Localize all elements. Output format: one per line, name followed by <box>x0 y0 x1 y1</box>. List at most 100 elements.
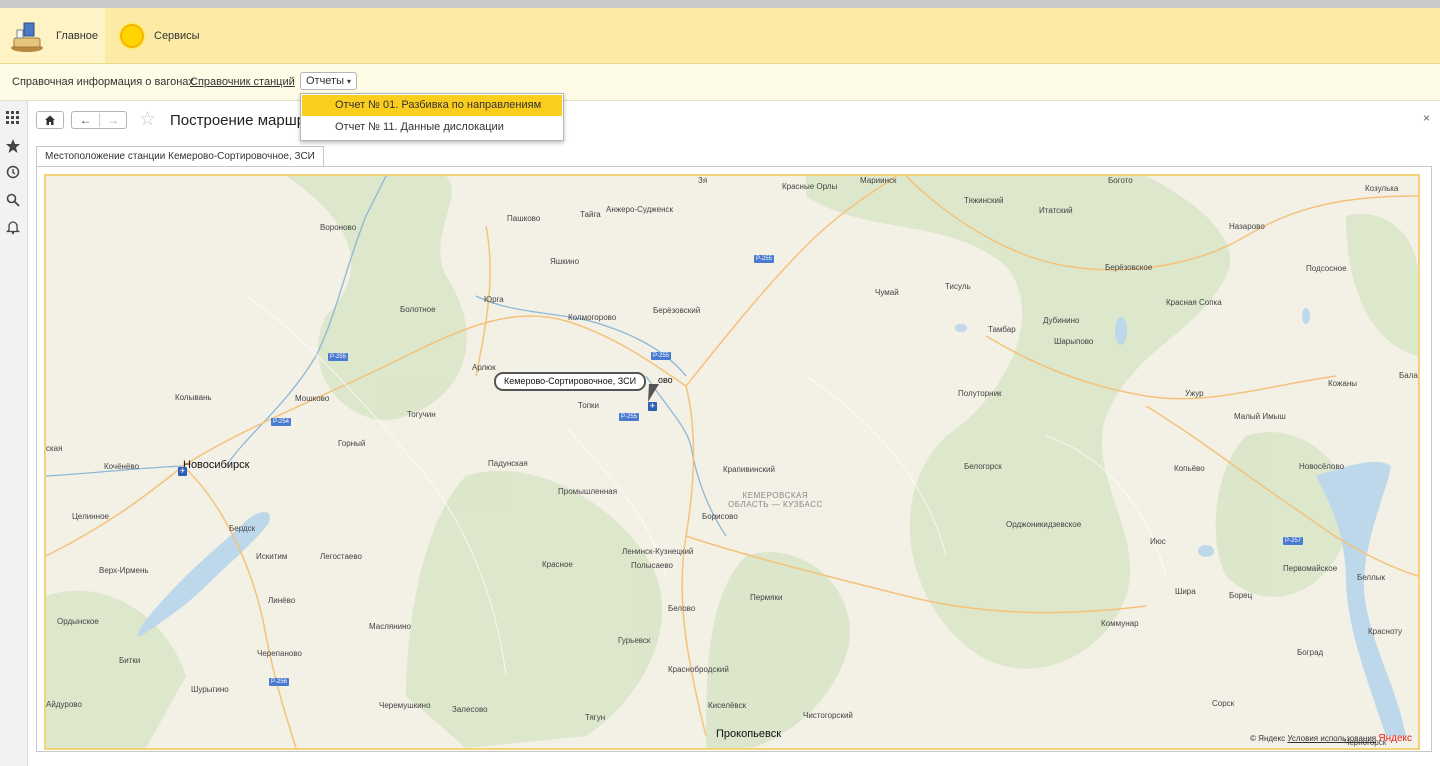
map-place-label: Берёзовский <box>653 306 701 315</box>
map-place-label: Берёзовское <box>1105 263 1153 272</box>
history-icon[interactable] <box>5 164 21 180</box>
reports-button-label: Отчеты <box>305 75 344 87</box>
map-place-label: Топки <box>578 401 600 410</box>
map-credit: © Яндекс Условия использования Яндекс <box>1250 733 1412 744</box>
credit-copyright: © Яндекс <box>1250 734 1286 743</box>
station-marker[interactable]: Кемерово-Сортировочное, ЗСИ <box>494 372 647 391</box>
favorite-star-icon[interactable]: ☆ <box>139 110 156 130</box>
home-icon <box>45 115 55 125</box>
map-place-label: Линёво <box>268 596 296 605</box>
map-place-label: Назарово <box>1229 222 1265 231</box>
map-place-label: Итатский <box>1039 206 1073 215</box>
map-place-label: Новосибирск <box>183 459 250 471</box>
map-place-label: Красные Орлы <box>782 182 838 191</box>
map-place-label: Верх-Ирмень <box>99 566 149 575</box>
favorites-star-icon[interactable] <box>5 138 21 154</box>
map-place-label: Киселёвск <box>708 701 747 710</box>
forward-arrow-icon[interactable]: → <box>100 113 126 127</box>
map-place-label: Подсосное <box>1306 264 1347 273</box>
road-shield-label: Р-255 <box>754 255 775 263</box>
menu-item-report-01[interactable]: Отчет № 01. Разбивка по направлениям <box>302 95 562 116</box>
map-place-label: Коммунар <box>1101 619 1139 628</box>
map-place-label: Тогучин <box>407 410 436 419</box>
map-place-label: Маслянино <box>369 622 411 631</box>
map-place-label: Яшкино <box>550 257 580 266</box>
map-place-label: Воронoво <box>320 223 357 232</box>
section-services[interactable]: Сервисы <box>112 8 200 63</box>
map-place-label: Красная Сопка <box>1166 298 1222 307</box>
map-place-label: Борисово <box>702 512 738 521</box>
map-place-label: Крапивинский <box>723 465 775 474</box>
map-place-label: Копьёво <box>1174 464 1205 473</box>
map-place-label: Падунская <box>488 459 528 468</box>
map-place-label: Болотное <box>400 305 436 314</box>
yandex-logo[interactable]: Яндекс <box>1378 733 1412 744</box>
apps-grid-icon[interactable] <box>5 110 21 126</box>
map-place-label: Мошково <box>295 394 330 403</box>
map-place-label: Арлюк <box>472 363 496 372</box>
map-place-label: Полысаево <box>631 561 673 570</box>
cmd-wagons-info[interactable]: Справочная информация о вагонах <box>12 76 194 88</box>
map-place-label: Анжеро-Судженск <box>606 205 674 214</box>
map-place-label: Краснобродский <box>668 665 729 674</box>
road-shield-label: Р-256 <box>269 678 290 686</box>
map-place-label: Новосёлово <box>1299 462 1345 471</box>
tab-station-location[interactable]: Местоположение станции Кемерово-Сортиров… <box>36 146 324 167</box>
map-place-label: Полуторник <box>958 389 1002 398</box>
map-place-label: Тисуль <box>945 282 971 291</box>
map-place-label: Красное <box>542 560 573 569</box>
window-top-strip <box>0 0 1440 8</box>
back-arrow-icon[interactable]: ← <box>72 113 100 127</box>
road-shield-label: Р-255 <box>651 352 672 360</box>
map-place-label: Чумай <box>875 288 899 297</box>
region-label-line-1: КЕМЕРОВСКАЯ <box>742 491 809 500</box>
map-place-label: Козулька <box>1365 184 1399 193</box>
map-place-label: Белово <box>668 604 696 613</box>
road-shield-label: Р-255 <box>619 413 640 421</box>
map-place-label: Красноту <box>1368 627 1403 636</box>
map-place-label: Айдурово <box>46 700 82 709</box>
notifications-bell-icon[interactable] <box>5 219 21 235</box>
nav-history-buttons: ← → <box>71 111 127 129</box>
home-button[interactable] <box>36 111 64 129</box>
form-area: ← → ☆ Построение маршру × Местоположение… <box>28 101 1440 766</box>
map-place-label: Колмогорово <box>568 313 617 322</box>
menu-item-report-11[interactable]: Отчет № 11. Данные дислокации <box>302 117 562 138</box>
map-place-label: Гурьевск <box>618 636 651 645</box>
map-place-label: Битки <box>119 656 141 665</box>
chevron-down-icon: ▾ <box>347 76 352 86</box>
map-place-label: Богото <box>1108 176 1133 185</box>
map-place-label: Шира <box>1175 587 1196 596</box>
section-home-label: Главное <box>56 29 99 42</box>
map-place-label: Первомайское <box>1283 564 1338 573</box>
map-place-label: Шурыгино <box>191 685 229 694</box>
credit-terms-link[interactable]: Условия использования <box>1287 734 1376 743</box>
map-place-label: Сорск <box>1212 699 1235 708</box>
region-label: КЕМЕРОВСКАЯ ОБЛАСТЬ — КУЗБАСС <box>728 491 823 509</box>
road-shield-label: Р-255 <box>328 353 349 361</box>
map-place-label: Тайга <box>580 210 601 219</box>
map-place-label: Колывань <box>175 393 212 402</box>
home-desk-icon <box>11 22 43 52</box>
map-place-label: Мариинск <box>860 176 897 185</box>
map-place-label: Бердск <box>229 524 256 533</box>
command-bar: Справочная информация о вагонах Справочн… <box>0 64 1440 101</box>
sections-panel: Главное Сервисы <box>0 8 1440 64</box>
left-tools-panel <box>0 101 28 766</box>
map-place-label: Июс <box>1150 537 1166 546</box>
close-icon[interactable]: × <box>1423 111 1430 125</box>
yandex-map[interactable]: Новосибирск Бердск Искитим Легостаево Линёво… <box>44 174 1420 750</box>
search-icon[interactable] <box>5 192 21 208</box>
section-home[interactable]: Главное <box>0 8 105 63</box>
section-services-label: Сервисы <box>154 29 200 42</box>
map-place-label: Черепаново <box>257 649 302 658</box>
map-place-label: Искитим <box>256 552 288 561</box>
map-background <box>46 176 1418 748</box>
cmd-stations-directory[interactable]: Справочник станций <box>190 76 295 88</box>
map-place-label: Кочёнёво <box>104 462 140 471</box>
reports-button[interactable]: Отчеты ▾ <box>300 72 357 90</box>
airport-icon: ✈ <box>178 467 187 476</box>
map-place-label: Дубинино <box>1043 316 1080 325</box>
map-place-label: Целинное <box>72 512 109 521</box>
reports-dropdown-menu: Отчет № 01. Разбивка по направлениям Отч… <box>300 93 564 141</box>
